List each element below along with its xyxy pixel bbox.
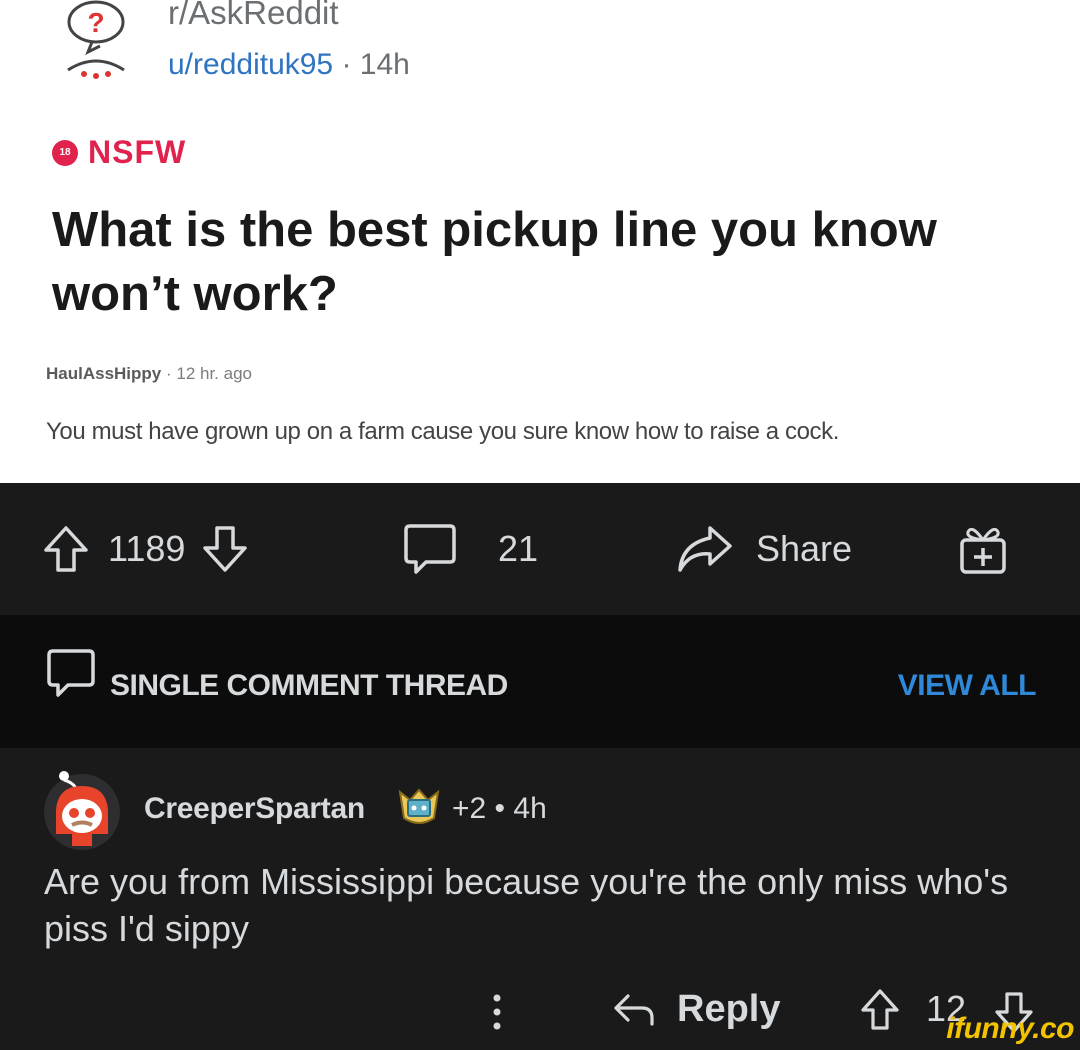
post-card: ? r/AskReddit u/reddituk95 · 14h 18 NSFW… xyxy=(0,0,1080,483)
view-all-link[interactable]: VIEW ALL xyxy=(898,669,1037,703)
vote-group: 1189 xyxy=(42,483,249,615)
embedded-comment-age: 12 hr. ago xyxy=(176,364,252,383)
upvote-arrow-icon[interactable] xyxy=(42,524,90,574)
comment-bubble-icon xyxy=(404,524,456,574)
comment-meta: +2 • 4h xyxy=(452,792,547,826)
comment-author[interactable]: CreeperSpartan xyxy=(144,792,365,826)
comment-count: 21 xyxy=(498,528,539,569)
post-action-bar: 1189 21 Share xyxy=(0,483,1080,615)
upvote-arrow-icon[interactable] xyxy=(860,988,900,1032)
post-author[interactable]: u/reddituk95 xyxy=(168,48,333,81)
downvote-arrow-icon[interactable] xyxy=(201,524,249,574)
post-score: 1189 xyxy=(108,528,186,569)
single-thread-header: SINGLE COMMENT THREAD VIEW ALL xyxy=(0,615,1080,748)
comment-body: Are you from Mississippi because you're … xyxy=(44,861,1009,949)
award-button[interactable] xyxy=(958,483,1008,615)
comment: CreeperSpartan +2 • 4h Are you from Miss… xyxy=(0,748,1080,1050)
meta-separator: • xyxy=(486,792,514,825)
user-avatar[interactable] xyxy=(42,770,122,850)
more-options-icon[interactable] xyxy=(490,992,504,1032)
embedded-separator: · xyxy=(161,364,177,383)
share-arrow-icon xyxy=(678,526,732,572)
embedded-comment-meta: HaulAssHippy · 12 hr. ago xyxy=(46,364,252,384)
nsfw-label: NSFW xyxy=(88,134,187,170)
subreddit-name[interactable]: r/AskReddit xyxy=(168,0,339,32)
embedded-comment-body: You must have grown up on a farm cause y… xyxy=(46,418,840,445)
comment-actions: Reply 12 xyxy=(0,980,1080,1040)
share-button[interactable]: Share xyxy=(676,483,852,615)
comment-bubble-icon xyxy=(47,649,95,697)
reply-arrow-icon[interactable] xyxy=(612,992,656,1028)
svg-text:?: ? xyxy=(87,7,104,38)
gift-award-icon xyxy=(960,527,1006,574)
nsfw-tag: 18 NSFW xyxy=(52,134,186,171)
share-label: Share xyxy=(756,528,853,569)
award-count: +2 xyxy=(452,792,487,825)
reply-button[interactable]: Reply xyxy=(677,988,780,1031)
award-badge-icon xyxy=(398,788,440,824)
embedded-comment-author: HaulAssHippy xyxy=(46,364,162,383)
thread-header-label: SINGLE COMMENT THREAD xyxy=(110,669,508,702)
post-title[interactable]: What is the best pickup line you know wo… xyxy=(52,198,1062,326)
ifunny-watermark: ifunny.co xyxy=(946,1012,1074,1045)
comment-age: 4h xyxy=(513,792,547,825)
post-meta: u/reddituk95 · 14h xyxy=(168,48,410,82)
post-age: 14h xyxy=(359,48,410,81)
askreddit-icon[interactable]: ? xyxy=(62,0,132,82)
nsfw-badge-icon: 18 xyxy=(52,139,78,166)
comments-button[interactable]: 21 xyxy=(402,483,538,615)
meta-separator: · xyxy=(333,48,360,81)
